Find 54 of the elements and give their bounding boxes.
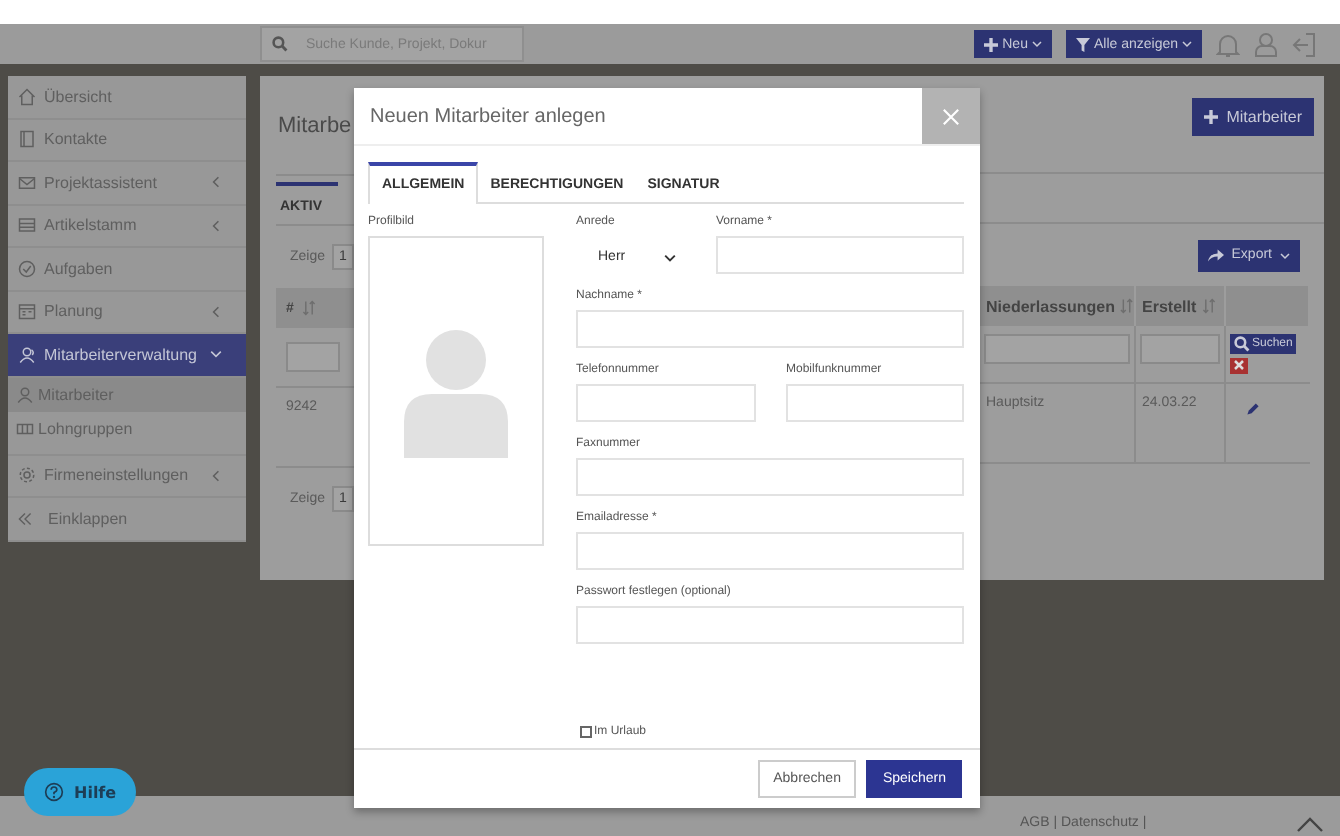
- scroll-up-icon[interactable]: [1296, 816, 1324, 832]
- bell-icon[interactable]: [1216, 31, 1240, 57]
- close-icon: [1234, 360, 1244, 371]
- input-field[interactable]: [576, 458, 964, 496]
- column-header: Niederlassungen: [986, 297, 1115, 315]
- search-icon: [1234, 335, 1250, 352]
- column-header: Erstellt: [1142, 297, 1197, 315]
- envelope-icon: [18, 173, 36, 192]
- user-icon[interactable]: [1254, 31, 1278, 57]
- input-field[interactable]: [576, 532, 964, 570]
- caret-icon: [1182, 40, 1192, 48]
- people-icon: [18, 345, 36, 364]
- input-field[interactable]: [786, 384, 964, 422]
- grid-icon: [16, 419, 34, 437]
- sort-icon[interactable]: [301, 300, 316, 316]
- people-icon: [16, 385, 34, 403]
- filter-input[interactable]: [286, 342, 340, 372]
- calendar-icon: [18, 302, 36, 321]
- sort-icon[interactable]: [1202, 298, 1217, 314]
- caret-icon: [1031, 40, 1042, 48]
- input-field[interactable]: [576, 606, 964, 644]
- input-field[interactable]: [576, 310, 964, 348]
- filter-input[interactable]: [984, 334, 1130, 364]
- gear-icon: [18, 466, 36, 485]
- filter-input[interactable]: [1140, 334, 1220, 364]
- question-icon: [44, 782, 64, 802]
- caret-icon: [1280, 251, 1290, 259]
- clear-button[interactable]: [1230, 357, 1248, 374]
- close-icon: [942, 107, 960, 125]
- double-chevron-icon: [18, 511, 32, 526]
- input-field[interactable]: [716, 236, 964, 274]
- chevron-icon: [664, 253, 676, 261]
- logout-icon[interactable]: [1292, 31, 1316, 57]
- avatar-icon: [400, 325, 512, 457]
- sort-icon[interactable]: [1120, 298, 1134, 314]
- card-icon: [18, 130, 36, 149]
- sidebar-item[interactable]: Mitarbeiterverwaltung: [8, 334, 246, 377]
- filter-icon: [1075, 37, 1090, 51]
- house-icon: [18, 87, 36, 106]
- dialog-title: Neuen Mitarbeiter anlegen: [368, 105, 608, 127]
- search-icon: [272, 36, 288, 52]
- table-icon: [18, 216, 36, 235]
- pencil-icon[interactable]: [1246, 402, 1260, 416]
- help-button[interactable]: Hilfe: [24, 768, 136, 816]
- add-employee-button[interactable]: Mitarbeiter: [1192, 98, 1314, 136]
- close-button[interactable]: [922, 88, 980, 144]
- checkbox[interactable]: [580, 726, 592, 738]
- plus-icon: [984, 37, 999, 51]
- share-arrow-icon: [1207, 248, 1224, 262]
- profile-picture-field[interactable]: [368, 236, 544, 546]
- check-circle-icon: [18, 259, 36, 278]
- plus-icon: [1204, 110, 1219, 124]
- page-title: Mitarbe: [276, 113, 352, 137]
- input-field[interactable]: [576, 384, 756, 422]
